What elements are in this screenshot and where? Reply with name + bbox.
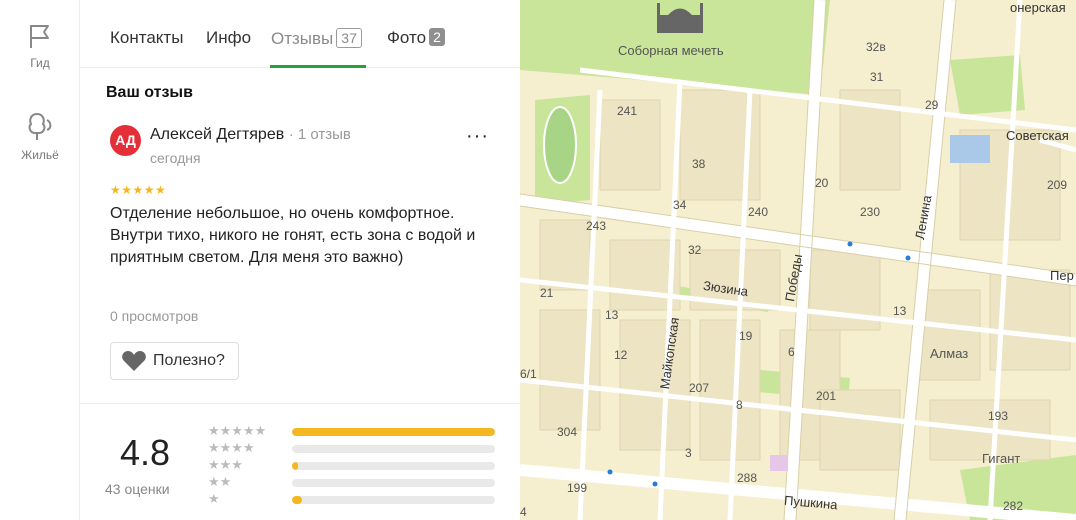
dist-bar-1 <box>292 496 495 504</box>
photos-count-badge: 2 <box>429 28 445 46</box>
poi-mosque-label[interactable]: Соборная мечеть <box>618 43 724 58</box>
street-sovetskaya: Советская <box>1006 128 1069 143</box>
author-review-count: · 1 отзыв <box>288 126 351 143</box>
house-number: 29 <box>925 98 939 112</box>
house-number: 12 <box>614 348 628 362</box>
house-number: 4 <box>520 505 527 519</box>
dist-fill-1 <box>292 496 303 504</box>
house-number: 193 <box>988 409 1009 423</box>
dist-stars-5: ★★★★★ <box>208 423 267 438</box>
house-number: 240 <box>748 205 769 219</box>
dist-bar-3 <box>292 462 495 470</box>
house-number: 32 <box>688 243 702 257</box>
house-number: 34 <box>673 198 687 212</box>
more-options-button[interactable]: ··· <box>466 126 488 151</box>
trees-icon <box>28 112 52 140</box>
dist-bar-2 <box>292 479 495 487</box>
house-number: 288 <box>737 471 758 485</box>
poi-almaz-label[interactable]: Алмаз <box>930 346 968 361</box>
tab-photos-label: Фото <box>387 28 427 47</box>
average-rating: 4.8 <box>120 432 171 473</box>
rating-count: 43 оценки <box>105 481 170 497</box>
section-divider <box>80 403 520 404</box>
author-line: Алексей Дегтярев · 1 отзыв <box>150 126 351 144</box>
house-number: 207 <box>689 381 710 395</box>
avatar[interactable]: АД <box>110 125 141 156</box>
rail-item-housing[interactable]: Жильё <box>0 110 80 162</box>
views-count: 0 просмотров <box>110 308 199 324</box>
reviews-count-badge: 37 <box>336 28 362 48</box>
rail-label-guide: Гид <box>30 56 50 70</box>
street-pioneer: онерская <box>1010 0 1066 15</box>
house-number: 6/1 <box>520 367 537 381</box>
tab-reviews-label: Отзывы <box>271 29 334 48</box>
useful-button-label: Полезно? <box>153 352 225 369</box>
house-number: 6 <box>788 345 795 359</box>
house-number: 13 <box>893 304 907 318</box>
rail-label-housing: Жильё <box>21 148 59 162</box>
dist-fill-5 <box>292 428 495 436</box>
tab-info[interactable]: Инфо <box>206 28 251 48</box>
review-text: Отделение небольшое, но очень комфортное… <box>110 205 476 266</box>
review-date: сегодня <box>150 150 201 166</box>
house-number: 8 <box>736 398 743 412</box>
tab-photos[interactable]: Фото 2 <box>387 28 445 48</box>
dist-bar-5 <box>292 428 495 436</box>
tab-bar: Контакты Инфо Отзывы 37 Фото 2 <box>80 0 520 68</box>
street-per: Пер <box>1050 268 1074 283</box>
map-view[interactable]: Соборная мечеть Алмаз Гигант Советская Л… <box>520 0 1076 520</box>
house-number: 31 <box>870 70 884 84</box>
house-number: 243 <box>586 219 607 233</box>
tab-contacts[interactable]: Контакты <box>110 28 183 48</box>
house-number: 230 <box>860 205 881 219</box>
review-panel: Контакты Инфо Отзывы 37 Фото 2 Ваш отзыв А… <box>80 0 520 520</box>
flag-icon <box>30 25 49 48</box>
author-name[interactable]: Алексей Дегтярев <box>150 126 284 143</box>
dist-stars-4: ★★★★ <box>208 440 255 455</box>
house-number: 282 <box>1003 499 1024 513</box>
house-number: 241 <box>617 104 638 118</box>
dist-stars-1: ★ <box>208 491 220 506</box>
house-number: 21 <box>540 286 554 300</box>
house-number: 199 <box>567 481 588 495</box>
poi-gigant-label[interactable]: Гигант <box>982 451 1020 466</box>
useful-button[interactable]: Полезно? <box>110 342 239 380</box>
dist-fill-3 <box>292 462 299 470</box>
dist-stars-3: ★★★ <box>208 457 243 472</box>
review-stars: ★★★★★ <box>110 183 167 197</box>
rail-item-guide[interactable]: Гид <box>0 22 80 70</box>
house-number: 209 <box>1047 178 1068 192</box>
house-number: 19 <box>739 329 753 343</box>
house-number: 38 <box>692 157 706 171</box>
heart-icon <box>122 351 146 371</box>
house-number: 304 <box>557 425 578 439</box>
review-heading: Ваш отзыв <box>106 84 193 101</box>
dist-stars-2: ★★ <box>208 474 232 489</box>
active-tab-indicator <box>270 65 366 68</box>
dist-bar-4 <box>292 445 495 453</box>
house-number: 20 <box>815 176 829 190</box>
left-rail: Гид Жильё <box>0 0 80 520</box>
house-number: 32в <box>866 40 886 54</box>
house-number: 13 <box>605 308 619 322</box>
tab-reviews[interactable]: Отзывы 37 <box>271 28 362 49</box>
house-number: 201 <box>816 389 837 403</box>
house-number: 3 <box>685 446 692 460</box>
